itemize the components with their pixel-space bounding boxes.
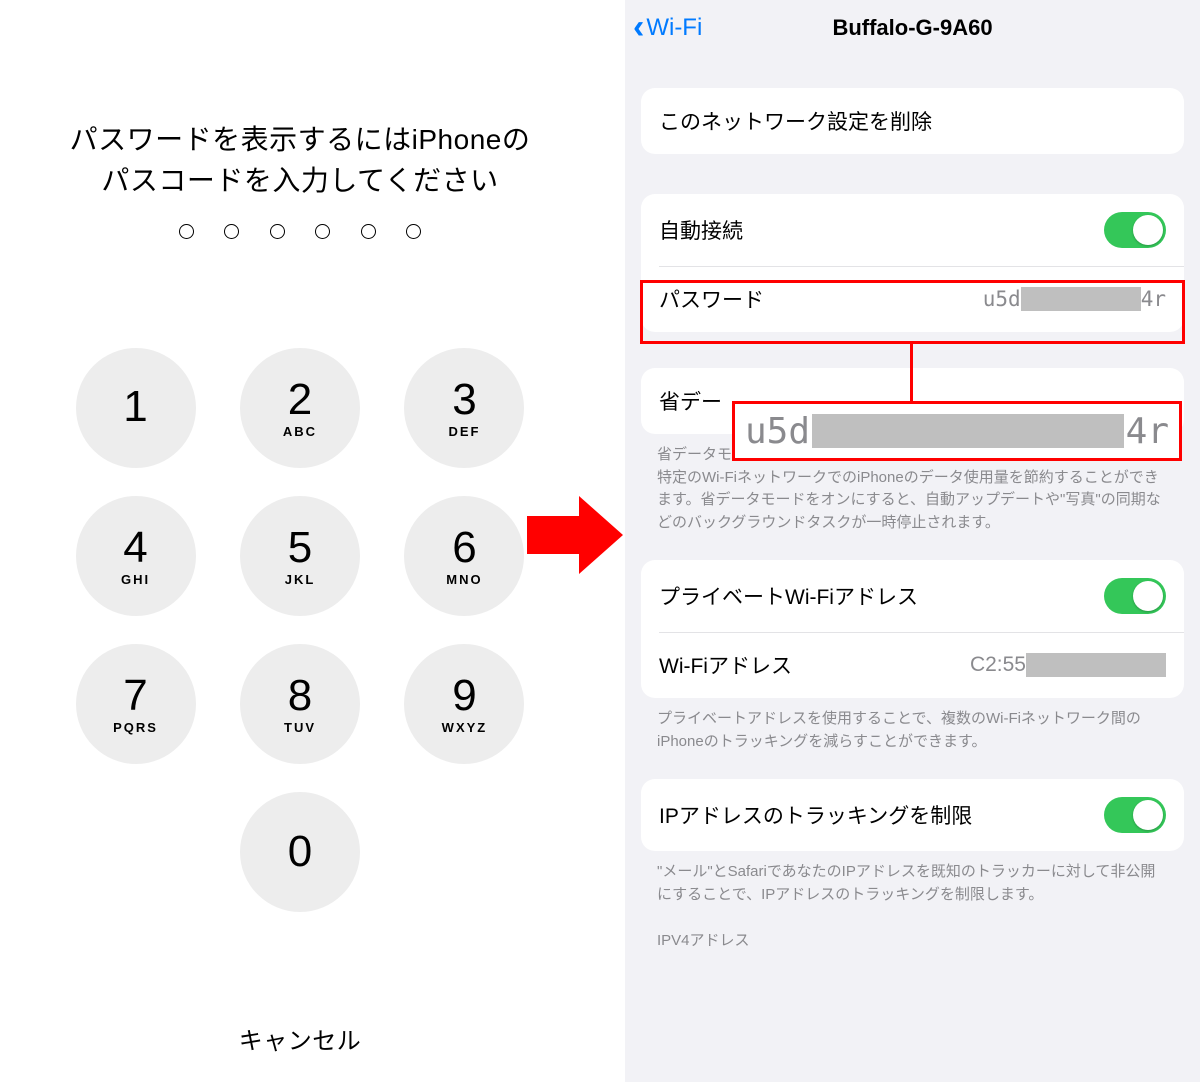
passcode-dots (0, 224, 600, 244)
wifi-addr-label: Wi-Fiアドレス (659, 650, 792, 680)
passcode-dot (361, 224, 376, 239)
key-2[interactable]: 2ABC (240, 348, 360, 468)
limit-tracking-toggle[interactable] (1104, 797, 1166, 833)
private-addr-footer: プライベートアドレスを使用することで、複数のWi-Fiネットワーク間のiPhon… (657, 708, 1168, 753)
key-0[interactable]: 0 (240, 792, 360, 912)
low-data-label: 省デー (659, 386, 729, 416)
forget-network-label: このネットワーク設定を削除 (659, 106, 932, 136)
key-5[interactable]: 5JKL (240, 496, 360, 616)
key-4[interactable]: 4GHI (76, 496, 196, 616)
zoom-suffix: 4r (1126, 411, 1169, 452)
zoom-prefix: u5d (745, 411, 810, 452)
group-limit-tracking: IPアドレスのトラッキングを制限 (641, 779, 1184, 851)
limit-tracking-label: IPアドレスのトラッキングを制限 (659, 800, 972, 830)
prompt-line1: パスワードを表示するにはiPhoneの (70, 124, 531, 155)
passcode-dot (315, 224, 330, 239)
passcode-dot (179, 224, 194, 239)
zoom-mask (812, 414, 1124, 448)
passcode-dot (406, 224, 421, 239)
highlight-zoom: u5d 4r (732, 401, 1182, 461)
group-connection: 自動接続 パスワード u5d4r (641, 194, 1184, 332)
auto-join-label: 自動接続 (659, 215, 743, 245)
key-9[interactable]: 9WXYZ (404, 644, 524, 764)
wifi-addr-mask (1026, 653, 1166, 677)
group-private-addr: プライベートWi-Fiアドレス Wi-Fiアドレス C2:55 (641, 560, 1184, 698)
password-value: u5d4r (983, 287, 1166, 311)
group-forget: このネットワーク設定を削除 (641, 88, 1184, 154)
prompt-line2: パスコードを入力してください (101, 165, 498, 196)
key-1[interactable]: 1 (76, 348, 196, 468)
passcode-prompt: パスワードを表示するにはiPhoneの パスコードを入力してください (0, 120, 600, 201)
passcode-dot (270, 224, 285, 239)
ipv4-header: IPV4アドレス (657, 930, 1168, 953)
password-label: パスワード (659, 284, 764, 314)
wifi-addr-value: C2:55 (970, 653, 1166, 677)
key-6[interactable]: 6MNO (404, 496, 524, 616)
arrow-icon (527, 496, 623, 574)
forget-network-cell[interactable]: このネットワーク設定を削除 (641, 88, 1184, 154)
key-7[interactable]: 7PQRS (76, 644, 196, 764)
page-title: Buffalo-G-9A60 (625, 15, 1200, 41)
passcode-dot (224, 224, 239, 239)
keypad: 1 2ABC 3DEF 4GHI 5JKL 6MNO 7PQRS 8TUV 9W… (0, 348, 600, 940)
private-addr-label: プライベートWi-Fiアドレス (659, 581, 918, 611)
passcode-screen: パスワードを表示するにはiPhoneの パスコードを入力してください 1 2AB… (0, 0, 600, 1082)
cancel-button[interactable]: キャンセル (0, 1021, 600, 1056)
key-3[interactable]: 3DEF (404, 348, 524, 468)
private-addr-toggle[interactable] (1104, 578, 1166, 614)
key-8[interactable]: 8TUV (240, 644, 360, 764)
nav-bar: ‹ Wi-Fi Buffalo-G-9A60 (625, 0, 1200, 60)
private-addr-cell[interactable]: プライベートWi-Fiアドレス (641, 560, 1184, 632)
wifi-addr-cell: Wi-Fiアドレス C2:55 (641, 632, 1184, 698)
limit-tracking-footer: "メール"とSafariであなたのIPアドレスを既知のトラッカーに対して非公開に… (657, 861, 1168, 906)
password-mask (1021, 287, 1141, 311)
wifi-detail-screen: ‹ Wi-Fi Buffalo-G-9A60 このネットワーク設定を削除 自動接… (625, 0, 1200, 1082)
limit-tracking-cell[interactable]: IPアドレスのトラッキングを制限 (641, 779, 1184, 851)
password-cell[interactable]: パスワード u5d4r (641, 266, 1184, 332)
auto-join-cell[interactable]: 自動接続 (641, 194, 1184, 266)
auto-join-toggle[interactable] (1104, 212, 1166, 248)
